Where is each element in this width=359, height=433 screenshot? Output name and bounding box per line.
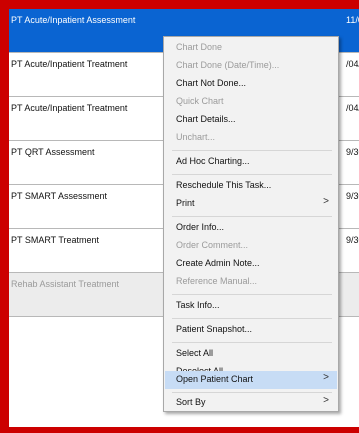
menu-separator xyxy=(172,174,332,175)
menu-separator xyxy=(172,294,332,295)
menu-separator xyxy=(172,318,332,319)
context-menu: Chart Done Chart Done (Date/Time)... Cha… xyxy=(163,36,339,412)
menu-item-label: Chart Not Done... xyxy=(176,78,247,88)
task-name: PT QRT Assessment xyxy=(11,147,95,157)
menu-item-chart-details[interactable]: Chart Details... xyxy=(165,111,337,129)
menu-item-label: Sort By xyxy=(176,397,206,407)
task-date: 9/30/ xyxy=(346,147,359,157)
chevron-right-icon: > xyxy=(323,372,329,383)
task-name: PT SMART Treatment xyxy=(11,235,100,245)
menu-item-chart-done[interactable]: Chart Done xyxy=(165,39,337,57)
task-date: 9/30/ xyxy=(346,235,359,245)
menu-item-order-comment[interactable]: Order Comment... xyxy=(165,237,337,255)
chevron-right-icon: > xyxy=(323,395,329,406)
menu-item-label: Create Admin Note... xyxy=(176,258,260,268)
menu-item-label: Ad Hoc Charting... xyxy=(176,156,250,166)
menu-item-label: Order Info... xyxy=(176,222,225,232)
menu-separator xyxy=(172,392,332,393)
menu-item-label: Chart Done (Date/Time)... xyxy=(176,60,280,70)
task-date: 9/30/ xyxy=(346,191,359,201)
chevron-right-icon: > xyxy=(323,196,329,207)
menu-separator xyxy=(172,216,332,217)
menu-item-chart-not-done[interactable]: Chart Not Done... xyxy=(165,75,337,93)
menu-item-label: Unchart... xyxy=(176,132,216,142)
menu-item-task-info[interactable]: Task Info... xyxy=(165,297,337,315)
task-date: 11/04/ xyxy=(346,15,359,25)
menu-item-quick-chart[interactable]: Quick Chart xyxy=(165,93,337,111)
task-name: PT Acute/Inpatient Treatment xyxy=(11,59,128,69)
menu-item-open-patient-chart[interactable]: Open Patient Chart > xyxy=(165,371,337,389)
menu-item-patient-snapshot[interactable]: Patient Snapshot... xyxy=(165,321,337,339)
menu-item-label: Order Comment... xyxy=(176,240,249,250)
menu-separator xyxy=(172,150,332,151)
menu-item-label: Reschedule This Task... xyxy=(176,180,272,190)
menu-item-reschedule-task[interactable]: Reschedule This Task... xyxy=(165,177,337,195)
menu-item-label: Reference Manual... xyxy=(176,276,258,286)
menu-item-label: Chart Done xyxy=(176,42,223,52)
menu-item-chart-done-datetime[interactable]: Chart Done (Date/Time)... xyxy=(165,57,337,75)
task-name: PT Acute/Inpatient Assessment xyxy=(11,15,136,25)
menu-item-select-all[interactable]: Select All xyxy=(165,345,337,363)
menu-item-print[interactable]: Print > xyxy=(165,195,337,213)
menu-item-order-info[interactable]: Order Info... xyxy=(165,219,337,237)
task-name: PT SMART Assessment xyxy=(11,191,108,201)
task-name: Rehab Assistant Treatment xyxy=(11,279,120,289)
menu-item-ad-hoc-charting[interactable]: Ad Hoc Charting... xyxy=(165,153,337,171)
menu-item-label: Open Patient Chart xyxy=(176,374,254,384)
menu-item-reference-manual[interactable]: Reference Manual... xyxy=(165,273,337,291)
menu-item-label: Task Info... xyxy=(176,300,220,310)
menu-item-label: Print xyxy=(176,198,195,208)
menu-item-label: Chart Details... xyxy=(176,114,236,124)
task-date: /04/ xyxy=(346,59,359,69)
menu-item-sort-by[interactable]: Sort By > xyxy=(165,394,337,412)
menu-item-label: Select All xyxy=(176,348,214,358)
menu-item-create-admin-note[interactable]: Create Admin Note... xyxy=(165,255,337,273)
menu-item-unchart[interactable]: Unchart... xyxy=(165,129,337,147)
task-name: PT Acute/Inpatient Treatment xyxy=(11,103,128,113)
menu-item-label: Patient Snapshot... xyxy=(176,324,253,334)
menu-item-label: Quick Chart xyxy=(176,96,224,106)
task-date: /04/ xyxy=(346,103,359,113)
menu-separator xyxy=(172,342,332,343)
